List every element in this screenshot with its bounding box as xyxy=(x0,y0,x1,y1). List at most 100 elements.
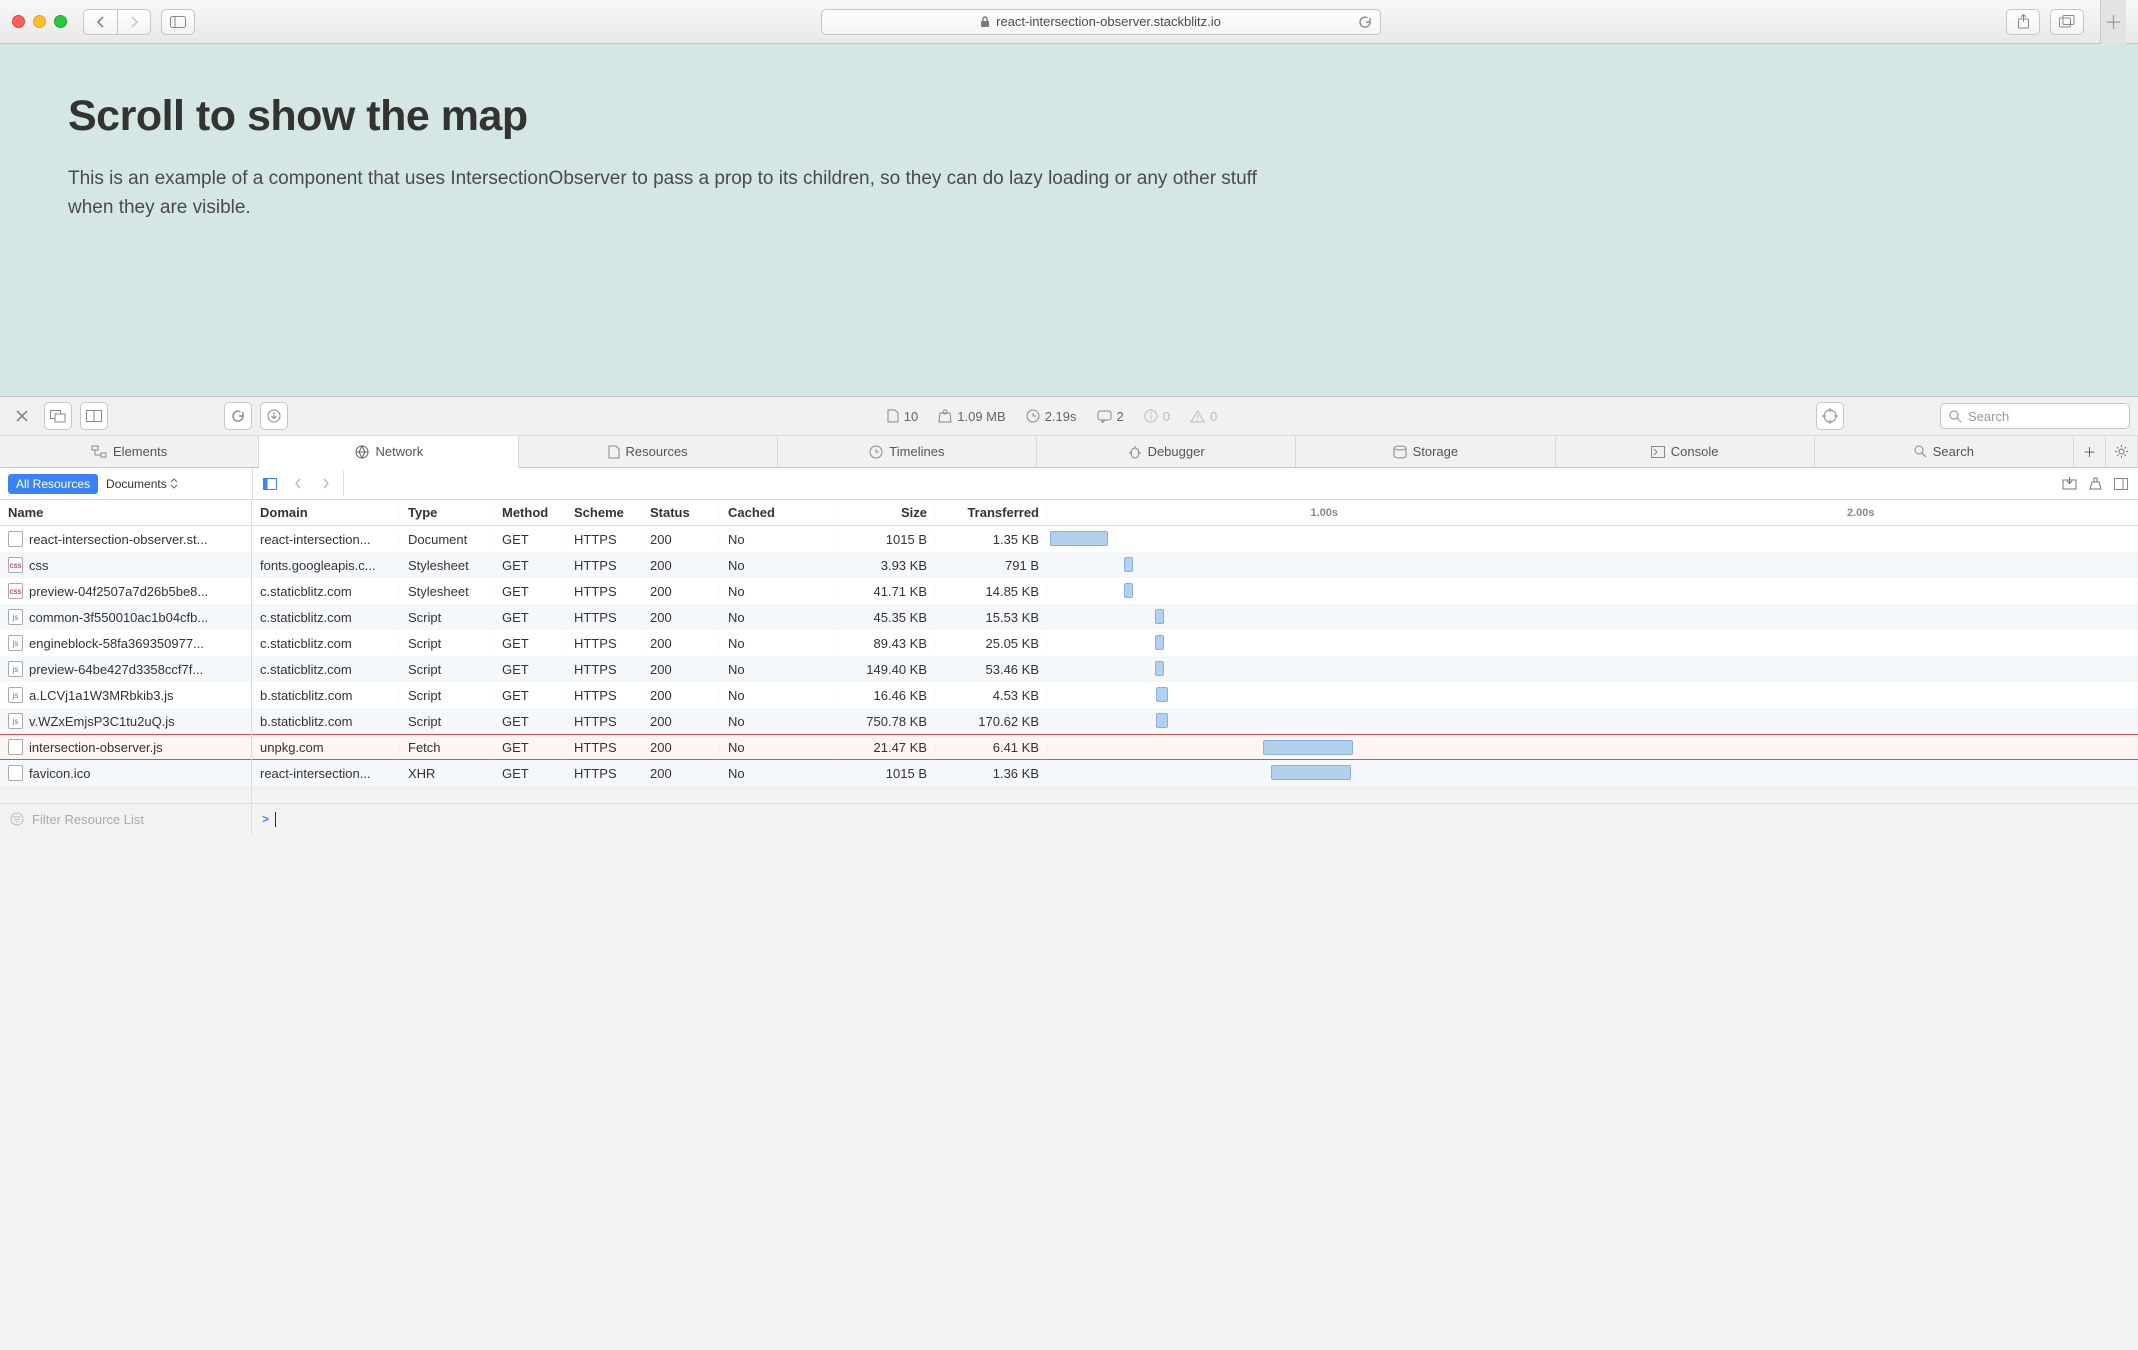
tab-timelines[interactable]: Timelines xyxy=(778,436,1037,467)
tab-search[interactable]: Search xyxy=(1815,436,2074,467)
resource-row[interactable]: c.staticblitz.comScriptGETHTTPS200No45.3… xyxy=(252,604,2138,630)
address-bar[interactable]: react-intersection-observer.stackblitz.i… xyxy=(821,9,1381,35)
new-tab-devtools-button[interactable]: ＋ xyxy=(2074,436,2106,467)
message-count[interactable]: 2 xyxy=(1091,409,1130,424)
header-name[interactable]: Name xyxy=(0,500,251,526)
resource-row-name[interactable]: csscss xyxy=(0,552,251,578)
cell-method: GET xyxy=(494,766,566,781)
devtools-tabs: Elements Network Resources Timelines Deb… xyxy=(0,436,2138,468)
header-transferred[interactable]: Transferred xyxy=(936,505,1048,520)
next-request-button[interactable] xyxy=(315,473,337,495)
resource-name-text: engineblock-58fa369350977... xyxy=(29,636,204,651)
har-import-button[interactable] xyxy=(2058,473,2080,495)
resource-row[interactable]: unpkg.comFetchGETHTTPS200No21.47 KB6.41 … xyxy=(252,734,2138,760)
sidebar-toggle-button[interactable] xyxy=(161,9,195,35)
header-scheme[interactable]: Scheme xyxy=(566,505,642,520)
cell-transferred: 791 B xyxy=(936,558,1048,573)
console-prompt[interactable]: > xyxy=(252,812,2138,827)
devtools-toolbar: 10 1.09 MB 2.19s 2 0 0 Search xyxy=(0,396,2138,436)
resource-row[interactable]: react-intersection...XHRGETHTTPS200No101… xyxy=(252,760,2138,786)
resource-row-name[interactable]: jsa.LCVj1a1W3MRbkib3.js xyxy=(0,682,251,708)
header-status[interactable]: Status xyxy=(642,505,720,520)
resource-row-name[interactable]: csspreview-04f2507a7d26b5be8... xyxy=(0,578,251,604)
warning-count[interactable]: 0 xyxy=(1184,409,1223,424)
header-method[interactable]: Method xyxy=(494,505,566,520)
header-cached[interactable]: Cached xyxy=(720,505,838,520)
dock-side-button[interactable] xyxy=(44,402,72,430)
cell-size: 3.93 KB xyxy=(838,558,936,573)
cell-status: 200 xyxy=(642,740,720,755)
filter-type-dropdown[interactable]: Documents xyxy=(106,477,178,491)
resource-row[interactable]: react-intersection...DocumentGETHTTPS200… xyxy=(252,526,2138,552)
info-count[interactable]: 0 xyxy=(1138,409,1176,424)
resource-name-text: common-3f550010ac1b04cfb... xyxy=(29,610,208,625)
resource-row-name[interactable]: favicon.ico xyxy=(0,760,251,786)
resource-row-name[interactable]: jspreview-64be427d3358ccf7f... xyxy=(0,656,251,682)
inspect-element-button[interactable] xyxy=(1816,402,1844,430)
header-size[interactable]: Size xyxy=(838,505,936,520)
cell-status: 200 xyxy=(642,558,720,573)
reload-icon[interactable] xyxy=(1358,15,1372,29)
cell-scheme: HTTPS xyxy=(566,584,642,599)
dock-layout-button[interactable] xyxy=(80,402,108,430)
cell-scheme: HTTPS xyxy=(566,766,642,781)
tab-resources[interactable]: Resources xyxy=(519,436,778,467)
close-window-button[interactable] xyxy=(12,15,25,28)
cell-type: Script xyxy=(400,714,494,729)
cell-method: GET xyxy=(494,558,566,573)
tab-network[interactable]: Network xyxy=(259,436,518,468)
download-button[interactable] xyxy=(260,402,288,430)
forward-button[interactable] xyxy=(117,9,151,35)
network-icon xyxy=(354,444,370,460)
zoom-window-button[interactable] xyxy=(54,15,67,28)
cell-size: 21.47 KB xyxy=(838,740,936,755)
header-type[interactable]: Type xyxy=(400,505,494,520)
devtools-search-input[interactable]: Search xyxy=(1940,403,2130,429)
resource-row[interactable]: b.staticblitz.comScriptGETHTTPS200No16.4… xyxy=(252,682,2138,708)
resource-row[interactable]: b.staticblitz.comScriptGETHTTPS200No750.… xyxy=(252,708,2138,734)
back-button[interactable] xyxy=(83,9,117,35)
resource-row[interactable]: c.staticblitz.comStylesheetGETHTTPS200No… xyxy=(252,578,2138,604)
filter-all-resources[interactable]: All Resources xyxy=(8,474,98,494)
resource-row[interactable]: fonts.googleapis.c...StylesheetGETHTTPS2… xyxy=(252,552,2138,578)
resources-icon xyxy=(608,445,620,459)
settings-button[interactable] xyxy=(2106,436,2138,467)
resource-row-name[interactable]: jsv.WZxEmjsP3C1tu2uQ.js xyxy=(0,708,251,734)
cell-scheme: HTTPS xyxy=(566,740,642,755)
prev-request-button[interactable] xyxy=(287,473,309,495)
tab-console[interactable]: Console xyxy=(1556,436,1815,467)
cell-scheme: HTTPS xyxy=(566,688,642,703)
cell-cached: No xyxy=(720,688,838,703)
resource-row-name[interactable]: js common-3f550010ac1b04cfb... xyxy=(0,604,251,630)
tabs-button[interactable] xyxy=(2050,9,2084,35)
resource-row[interactable]: c.staticblitz.comScriptGETHTTPS200No89.4… xyxy=(252,630,2138,656)
header-timeline[interactable]: 1.00s2.00s xyxy=(1048,500,2138,525)
cell-timeline xyxy=(1048,708,2138,734)
har-export-button[interactable] xyxy=(2084,473,2106,495)
resource-row-name[interactable]: intersection-observer.js xyxy=(0,734,251,760)
cell-domain: unpkg.com xyxy=(252,740,400,755)
header-domain[interactable]: Domain xyxy=(252,505,400,520)
resource-row[interactable]: c.staticblitz.comScriptGETHTTPS200No149.… xyxy=(252,656,2138,682)
file-type-icon: js xyxy=(8,609,23,625)
load-time: 2.19s xyxy=(1020,409,1083,424)
share-button[interactable] xyxy=(2006,9,2040,35)
new-tab-button[interactable]: ＋ xyxy=(2100,0,2126,44)
close-devtools-button[interactable] xyxy=(8,402,36,430)
minimize-window-button[interactable] xyxy=(33,15,46,28)
tab-elements[interactable]: Elements xyxy=(0,436,259,467)
cell-type: Script xyxy=(400,636,494,651)
tab-storage[interactable]: Storage xyxy=(1296,436,1555,467)
resource-row-name[interactable]: jsengineblock-58fa369350977... xyxy=(0,630,251,656)
document-count: 10 xyxy=(881,409,924,424)
refresh-devtools-button[interactable] xyxy=(224,402,252,430)
tab-debugger[interactable]: Debugger xyxy=(1037,436,1296,467)
filter-resource-input[interactable]: Filter Resource List xyxy=(0,804,252,834)
cell-status: 200 xyxy=(642,636,720,651)
cell-domain: react-intersection... xyxy=(252,766,400,781)
cell-timeline xyxy=(1048,682,2138,708)
cell-transferred: 1.36 KB xyxy=(936,766,1048,781)
toggle-details-button[interactable] xyxy=(2110,473,2132,495)
toggle-navigation-button[interactable] xyxy=(259,473,281,495)
resource-row-name[interactable]: react-intersection-observer.st... xyxy=(0,526,251,552)
